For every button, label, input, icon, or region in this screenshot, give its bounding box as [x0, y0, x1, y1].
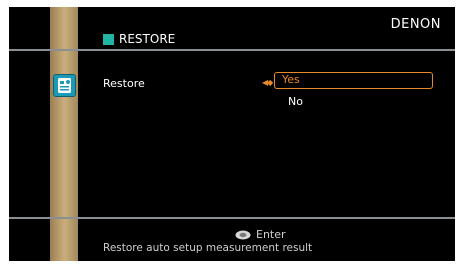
- title-marker-icon: [103, 33, 114, 45]
- header-divider: [9, 49, 455, 51]
- restore-setting-label: Restore: [103, 77, 145, 90]
- help-text: Restore auto setup measurement result: [103, 242, 313, 254]
- page-title: RESTORE: [119, 32, 176, 46]
- option-no[interactable]: No: [288, 95, 303, 108]
- sidebar: [50, 7, 78, 261]
- brand-logo: DENON: [390, 17, 441, 32]
- screen: DENON RESTORE Restore ◀◆ Yes No Enter Re…: [0, 0, 463, 268]
- setup-menu-panel: DENON RESTORE Restore ◀◆ Yes No Enter Re…: [9, 7, 455, 261]
- enter-label: Enter: [256, 228, 286, 241]
- footer-divider: [9, 217, 455, 219]
- setup-icon: [53, 74, 76, 97]
- page-title-group: RESTORE: [103, 32, 175, 46]
- selection-arrow-icon: ◀◆: [262, 78, 273, 87]
- option-yes[interactable]: Yes: [274, 72, 433, 89]
